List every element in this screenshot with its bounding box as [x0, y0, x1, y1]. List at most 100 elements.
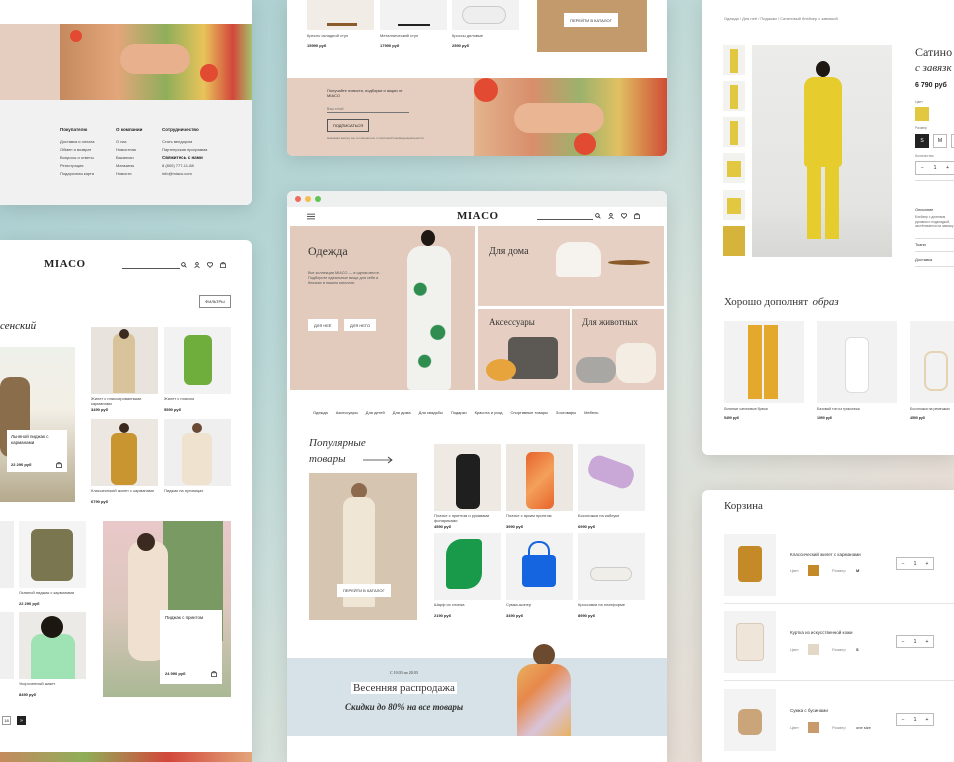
quantity-stepper[interactable]: − 1 +: [915, 161, 954, 175]
product-image[interactable]: [452, 0, 519, 30]
product-image[interactable]: [817, 321, 897, 403]
nav-item[interactable]: Мебель: [584, 410, 598, 415]
cart-item-name[interactable]: Куртка из искусственной кожи: [790, 630, 853, 635]
cart-item-image[interactable]: [724, 534, 776, 596]
product-image[interactable]: [434, 444, 501, 511]
product-image[interactable]: [506, 444, 573, 511]
logo[interactable]: MIACO: [457, 210, 499, 222]
arrow-right-icon[interactable]: [363, 456, 394, 464]
accordion-delivery[interactable]: Доставка: [915, 257, 932, 262]
product-image[interactable]: [506, 533, 573, 600]
footer-link[interactable]: Регистрация: [60, 163, 95, 168]
nav-item[interactable]: Для детей: [366, 410, 385, 415]
product-image[interactable]: [724, 321, 804, 403]
footer-link[interactable]: Вопросы и ответы: [60, 155, 95, 160]
footer-link[interactable]: О нас: [116, 139, 142, 144]
thumbnail[interactable]: [723, 81, 745, 111]
product-image[interactable]: [19, 612, 86, 679]
product-image[interactable]: [91, 327, 158, 394]
product-image[interactable]: [0, 521, 14, 588]
bag-icon[interactable]: [634, 213, 640, 219]
plus-icon[interactable]: +: [926, 639, 929, 645]
search-icon[interactable]: [181, 262, 187, 268]
product-image[interactable]: [910, 321, 954, 403]
user-icon[interactable]: [608, 213, 614, 219]
plus-icon[interactable]: +: [926, 561, 929, 567]
maximize-dot[interactable]: [315, 196, 321, 202]
thumbnail[interactable]: [723, 117, 745, 147]
product-card[interactable]: Пиджак с принтом 24 990 руб: [160, 610, 222, 684]
color-swatch-yellow[interactable]: [915, 107, 929, 121]
tile-accessories[interactable]: Аксессуары: [478, 309, 570, 390]
nav-item[interactable]: Красота и уход: [475, 410, 503, 415]
nav-item[interactable]: Зоотовары: [556, 410, 576, 415]
quantity-stepper[interactable]: − 1 +: [896, 635, 934, 648]
minimize-dot[interactable]: [305, 196, 311, 202]
breadcrumb[interactable]: Одежда / Для неё / Пиджаки / Сатиновый б…: [724, 16, 838, 21]
footer-link[interactable]: Стать вендором: [162, 139, 207, 144]
nav-item[interactable]: Спортивные товары: [510, 410, 547, 415]
product-image[interactable]: [307, 0, 374, 30]
footer-link[interactable]: Партнерская программа: [162, 147, 207, 152]
nav-item[interactable]: Для свадьбы: [419, 410, 443, 415]
product-image[interactable]: [0, 612, 14, 679]
minus-icon[interactable]: −: [902, 639, 905, 645]
product-image[interactable]: [164, 327, 231, 394]
nav-item[interactable]: Для дома: [393, 410, 411, 415]
bag-icon[interactable]: [56, 462, 62, 468]
footer-link[interactable]: Магазины: [116, 163, 142, 168]
minus-icon[interactable]: −: [902, 561, 905, 567]
user-icon[interactable]: [194, 262, 200, 268]
search-input[interactable]: [537, 219, 593, 220]
accordion-description[interactable]: Описание: [915, 207, 933, 212]
footer-link[interactable]: Обмен и возврат: [60, 147, 95, 152]
search-icon[interactable]: [595, 213, 601, 219]
bag-icon[interactable]: [211, 671, 217, 677]
for-him-button[interactable]: ДЛЯ НЕГО: [344, 319, 376, 331]
product-image[interactable]: [380, 0, 447, 30]
product-image[interactable]: [578, 444, 645, 511]
tile-pets[interactable]: Для животных: [572, 309, 664, 390]
footer-link[interactable]: Подарочная карта: [60, 171, 95, 176]
search-input[interactable]: [122, 268, 180, 269]
thumbnail[interactable]: [723, 153, 745, 183]
product-image[interactable]: [434, 533, 501, 600]
footer-link[interactable]: Новости: [116, 171, 142, 176]
size-option[interactable]: M: [933, 134, 947, 148]
thumbnail[interactable]: [723, 226, 745, 256]
nav-item[interactable]: Подарки: [451, 410, 467, 415]
plus-icon[interactable]: +: [926, 717, 929, 723]
newsletter-email-input[interactable]: Ваш email: [327, 107, 409, 113]
product-main-photo[interactable]: [752, 45, 892, 257]
sale-banner[interactable]: С 10.03 по 20.03 Весенняя распродажа Ски…: [287, 644, 667, 736]
quantity-stepper[interactable]: − 1 +: [896, 713, 934, 726]
for-her-button[interactable]: ДЛЯ НЕЁ: [308, 319, 338, 331]
size-option[interactable]: S: [915, 134, 929, 148]
logo[interactable]: MIACO: [44, 258, 86, 270]
nav-item[interactable]: Аксессуары: [336, 410, 358, 415]
footer-phone[interactable]: 8 (800) 777-11-88: [162, 163, 207, 168]
pagination-page[interactable]: 18: [2, 716, 11, 725]
cart-item-image[interactable]: [724, 689, 776, 751]
footer-link[interactable]: Доставка и оплата: [60, 139, 95, 144]
product-image[interactable]: [91, 419, 158, 486]
plus-icon[interactable]: +: [946, 165, 949, 171]
heart-icon[interactable]: [621, 213, 627, 219]
heart-icon[interactable]: [207, 262, 213, 268]
cart-item-name[interactable]: Классический жилет с карманами: [790, 552, 861, 557]
tile-home[interactable]: Для дома: [478, 226, 664, 306]
accordion-fabric[interactable]: Ткани: [915, 242, 926, 247]
minus-icon[interactable]: −: [902, 717, 905, 723]
filters-button[interactable]: ФИЛЬТРЫ: [199, 295, 231, 308]
quantity-stepper[interactable]: − 1 +: [896, 557, 934, 570]
subscribe-button[interactable]: ПОДПИСАТЬСЯ: [327, 119, 369, 132]
cart-item-name[interactable]: Сумка с бусинами: [790, 708, 828, 713]
footer-link[interactable]: Вакансии: [116, 155, 142, 160]
product-card[interactable]: Льняной пиджак с карманами 22 290 руб: [7, 430, 67, 472]
minus-icon[interactable]: −: [921, 165, 924, 171]
footer-email[interactable]: info@miaco.com: [162, 171, 207, 176]
close-dot[interactable]: [295, 196, 301, 202]
pagination-next[interactable]: »: [17, 716, 26, 725]
cart-item-image[interactable]: [724, 611, 776, 673]
product-image[interactable]: [164, 419, 231, 486]
